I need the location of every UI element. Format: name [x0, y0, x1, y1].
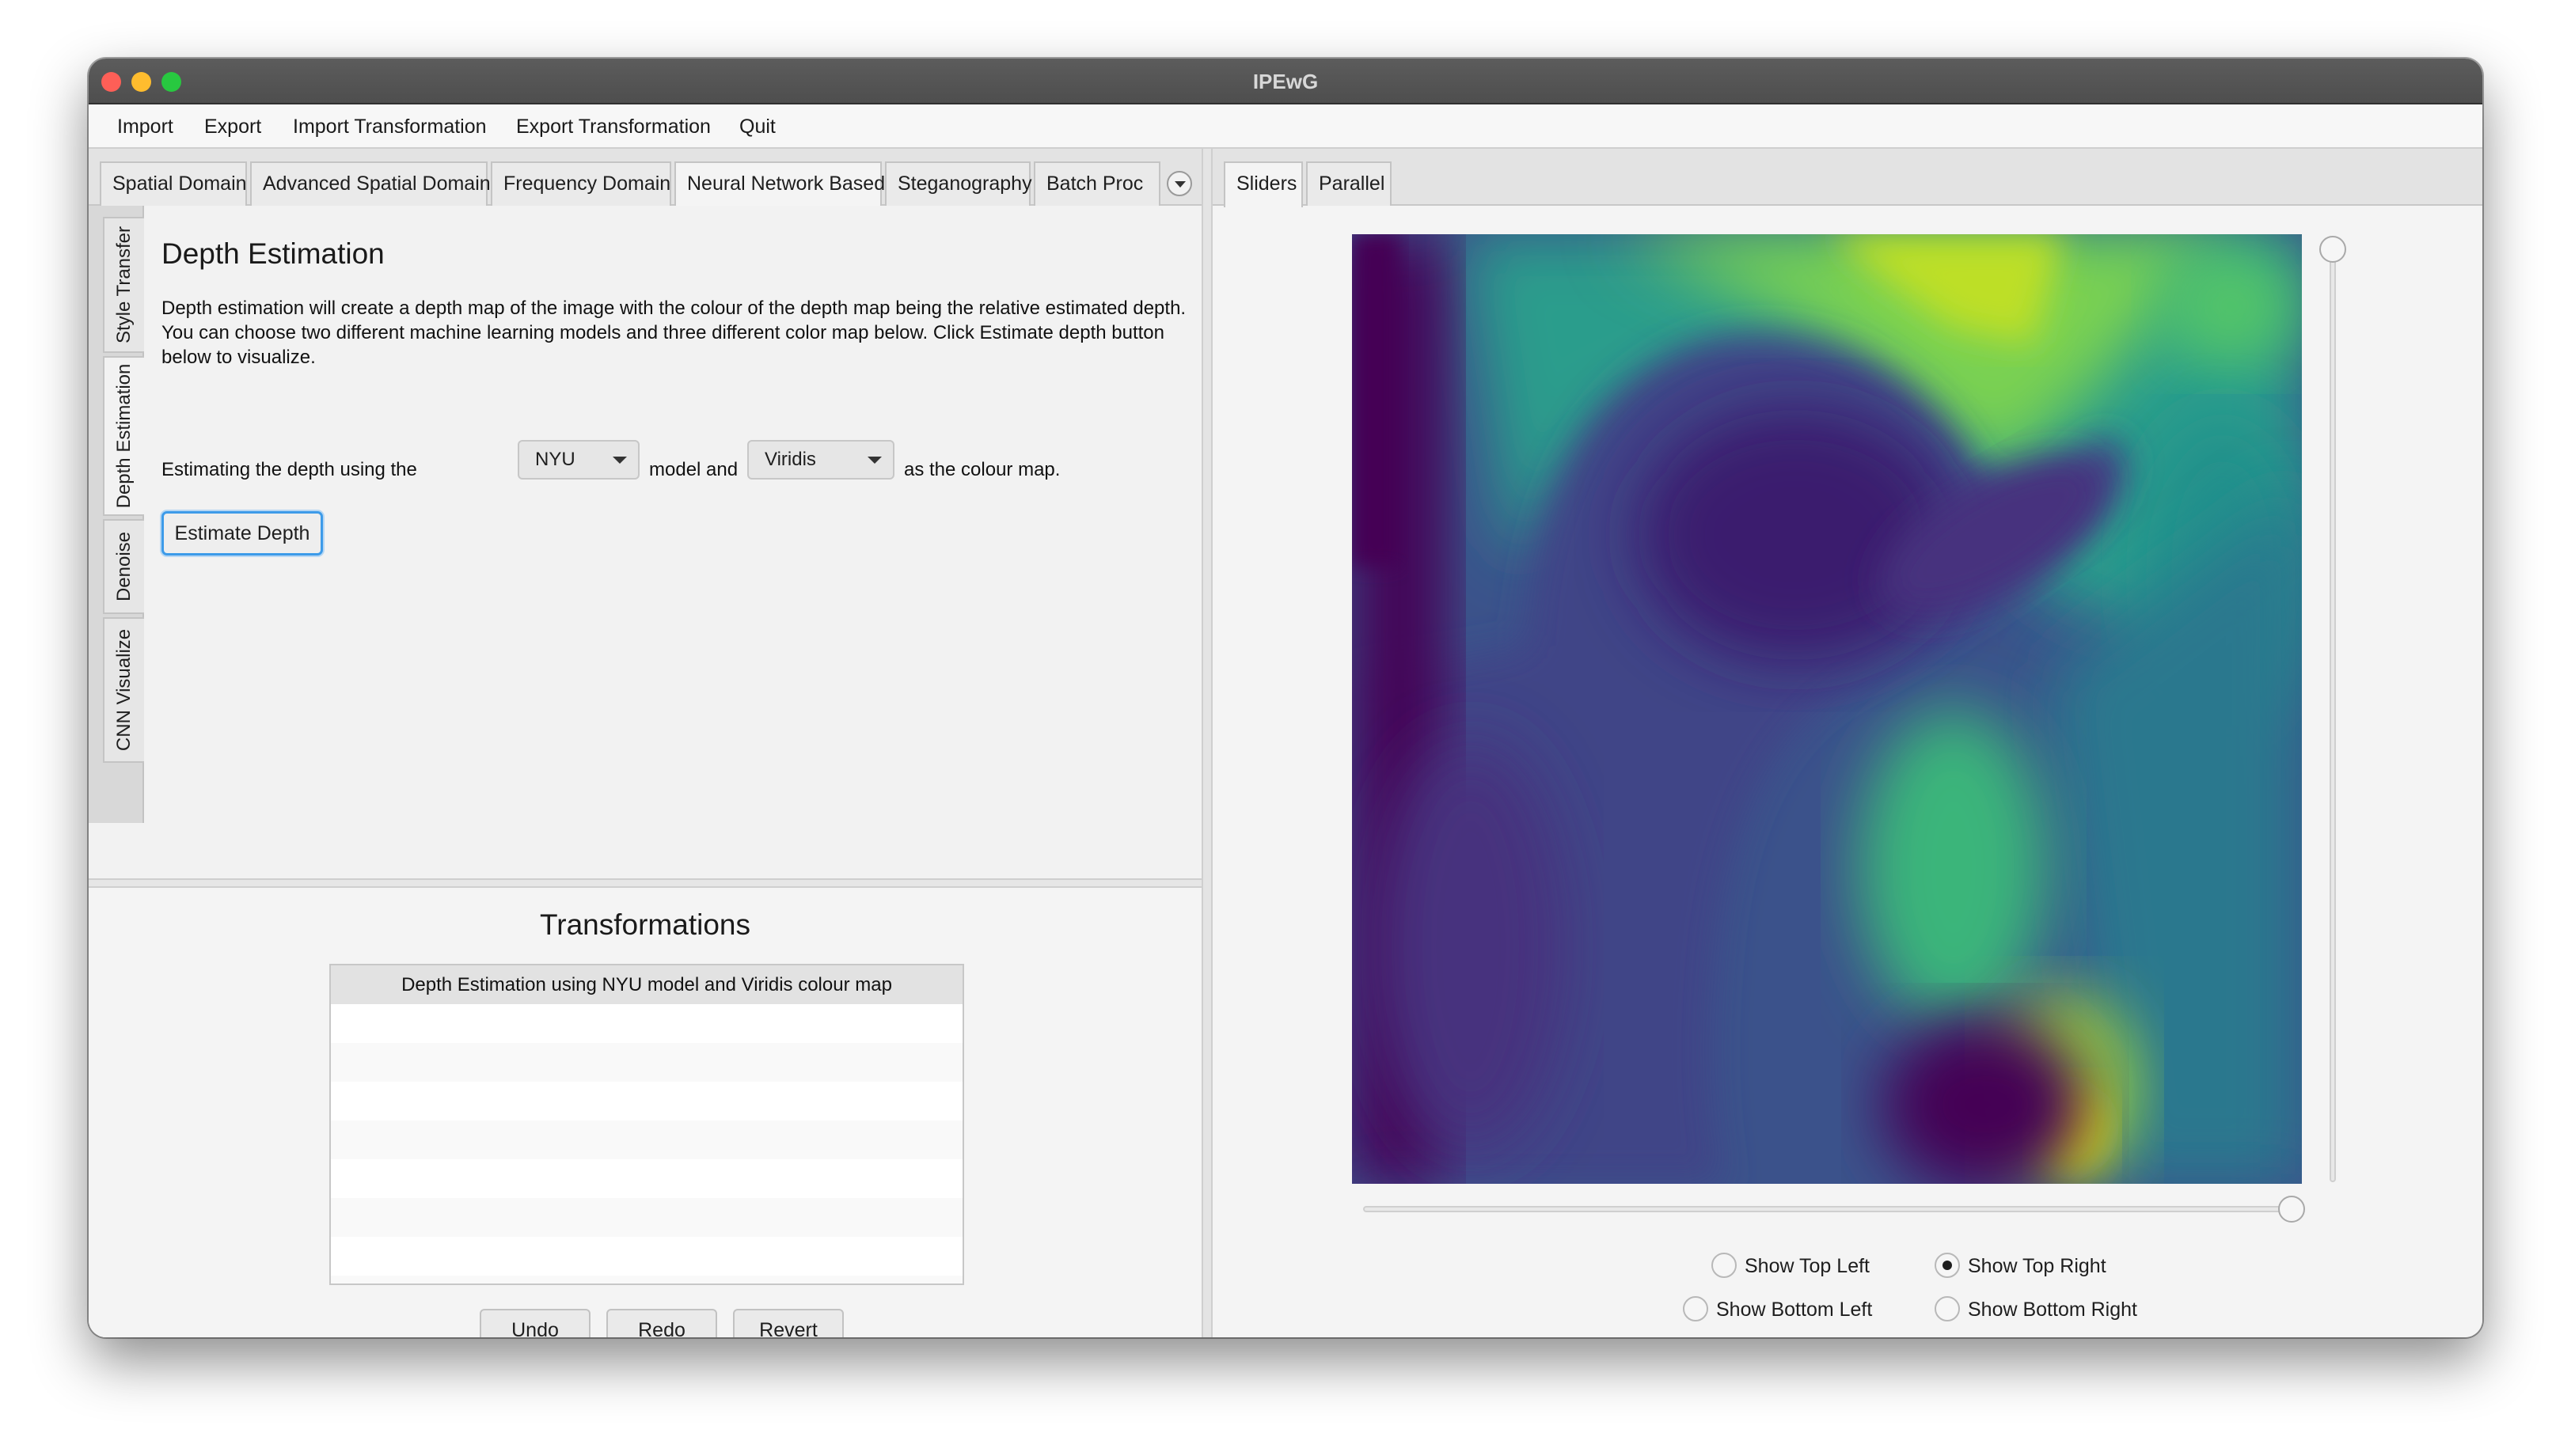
undo-button[interactable]: Undo — [480, 1309, 591, 1337]
side-tab-cnn-visualize[interactable]: CNN Visualize — [103, 617, 144, 763]
options-suffix-label: as the colour map. — [904, 459, 1061, 480]
radio-show-top-left-label: Show Top Left — [1745, 1255, 1870, 1277]
menu-quit[interactable]: Quit — [739, 116, 776, 138]
menu-export-transformation[interactable]: Export Transformation — [516, 116, 711, 138]
list-item-empty — [331, 1198, 963, 1237]
side-tab-denoise-label: Denoise — [113, 531, 135, 602]
side-tab-style-transfer[interactable]: Style Transfer — [103, 217, 144, 353]
colormap-select-value: Viridis — [765, 449, 816, 470]
chevron-down-icon — [868, 457, 882, 464]
model-select[interactable]: NYU — [518, 440, 640, 480]
panel-title: Depth Estimation — [161, 237, 385, 270]
options-middle-label: model and — [649, 459, 739, 480]
tab-advanced-spatial-domain[interactable]: Advanced Spatial Domain — [250, 161, 491, 206]
radio-show-top-left[interactable]: Show Top Left — [1711, 1252, 1870, 1283]
list-item-empty — [331, 1004, 963, 1043]
list-item-empty — [331, 1159, 963, 1198]
menu-bar: Import Export Import Transformation Expo… — [89, 104, 2482, 149]
list-item[interactable]: Depth Estimation using NYU model and Vir… — [331, 965, 963, 1004]
radio-show-top-right[interactable]: Show Top Right — [1935, 1252, 2106, 1283]
radio-circle-icon — [1935, 1296, 1960, 1322]
side-tab-depth-estimation-label: Depth Estimation — [113, 363, 135, 509]
side-tab-strip: Style Transfer Depth Estimation Denoise … — [89, 206, 144, 823]
depth-map-image[interactable] — [1352, 234, 2302, 1184]
model-select-value: NYU — [535, 449, 575, 470]
list-item-empty — [331, 1276, 963, 1283]
tab-sliders[interactable]: Sliders — [1224, 161, 1303, 207]
side-tab-style-transfer-label: Style Transfer — [113, 226, 135, 344]
menu-export[interactable]: Export — [204, 116, 261, 138]
radio-show-top-right-label: Show Top Right — [1968, 1255, 2106, 1277]
radio-show-bottom-left[interactable]: Show Bottom Left — [1683, 1295, 1872, 1327]
list-item-empty — [331, 1082, 963, 1120]
radio-checked-icon — [1935, 1253, 1960, 1279]
radio-show-bottom-left-label: Show Bottom Left — [1716, 1299, 1873, 1321]
list-item-empty — [331, 1120, 963, 1159]
horizontal-split-slider-track[interactable] — [1363, 1206, 2291, 1212]
side-tab-cnn-visualize-label: CNN Visualize — [113, 628, 135, 752]
tab-steganography[interactable]: Steganography — [885, 161, 1032, 206]
horizontal-split-slider-thumb[interactable] — [2278, 1196, 2305, 1223]
radio-circle-icon — [1683, 1296, 1708, 1322]
radio-show-bottom-right-label: Show Bottom Right — [1968, 1299, 2137, 1321]
left-pane: Spatial Domain Advanced Spatial Domain F… — [89, 149, 1202, 1337]
view-tab-strip: Sliders Parallel — [1213, 149, 2482, 207]
chevron-down-icon — [613, 457, 627, 464]
tab-spatial-domain[interactable]: Spatial Domain — [100, 161, 247, 206]
transformations-list[interactable]: Depth Estimation using NYU model and Vir… — [329, 964, 964, 1285]
horizontal-split-divider[interactable] — [89, 878, 1202, 888]
side-tab-denoise[interactable]: Denoise — [103, 519, 144, 614]
menu-import[interactable]: Import — [117, 116, 173, 138]
radio-show-bottom-right[interactable]: Show Bottom Right — [1935, 1295, 2137, 1327]
tab-overflow-chevron-down-icon[interactable] — [1167, 171, 1192, 196]
tab-neural-network-based[interactable]: Neural Network Based — [674, 161, 885, 207]
tab-batch-processing[interactable]: Batch Proc — [1034, 161, 1160, 206]
tab-frequency-domain[interactable]: Frequency Domain — [491, 161, 671, 206]
vertical-split-slider-thumb[interactable] — [2319, 236, 2346, 263]
estimate-depth-button[interactable]: Estimate Depth — [161, 511, 323, 555]
side-tab-depth-estimation[interactable]: Depth Estimation — [103, 356, 144, 516]
right-pane: Sliders Parallel Show Top Left Show Top … — [1213, 149, 2482, 1337]
window-title: IPEwG — [1252, 70, 1319, 93]
list-item-empty — [331, 1237, 963, 1276]
depth-estimation-panel: Depth Estimation Depth estimation will c… — [146, 206, 1202, 823]
revert-button[interactable]: Revert — [733, 1309, 844, 1337]
tab-parallel[interactable]: Parallel — [1306, 161, 1392, 206]
app-window: IPEwG Import Export Import Transformatio… — [89, 59, 2482, 1337]
category-tab-strip: Spatial Domain Advanced Spatial Domain F… — [89, 149, 1202, 207]
vertical-split-slider-track[interactable] — [2330, 248, 2336, 1182]
vertical-split-divider[interactable] — [1202, 149, 1213, 1337]
transformations-section: Transformations Depth Estimation using N… — [89, 888, 1202, 1337]
main-content: Spatial Domain Advanced Spatial Domain F… — [89, 149, 2482, 1337]
redo-button[interactable]: Redo — [606, 1309, 717, 1337]
list-item-empty — [331, 1043, 963, 1082]
menu-import-transformation[interactable]: Import Transformation — [293, 116, 487, 138]
depth-map-graphic — [1352, 234, 2302, 1184]
options-prefix-label: Estimating the depth using the — [161, 459, 417, 480]
title-bar[interactable]: IPEwG — [89, 59, 2482, 104]
panel-description: Depth estimation will create a depth map… — [161, 298, 1187, 368]
radio-circle-icon — [1711, 1253, 1737, 1279]
colormap-select[interactable]: Viridis — [747, 440, 894, 480]
transformations-title: Transformations — [540, 908, 750, 941]
